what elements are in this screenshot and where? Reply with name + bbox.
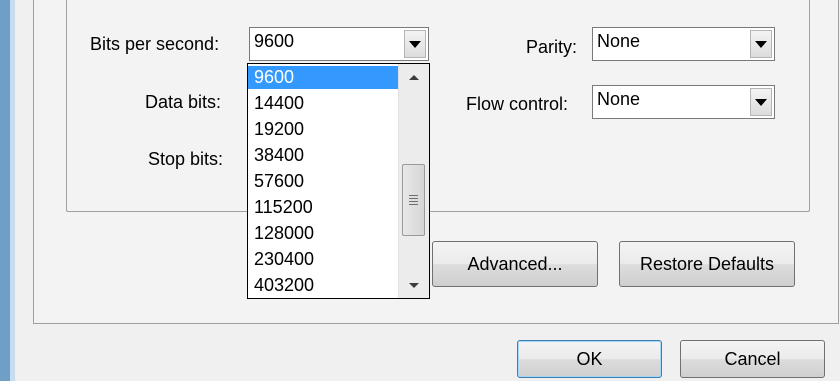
bits-per-second-value: 9600 (254, 31, 295, 51)
dropdown-scrollbar[interactable] (398, 64, 429, 298)
bits-per-second-combo[interactable]: 9600 (249, 27, 429, 61)
baud-option[interactable]: 14400 (248, 92, 398, 115)
scrollbar-thumb[interactable] (402, 164, 425, 236)
baud-option[interactable]: 57600 (248, 170, 398, 193)
baud-option[interactable]: 230400 (248, 248, 398, 271)
flow-control-combo[interactable]: None (592, 85, 775, 119)
parity-combo[interactable]: None (592, 27, 775, 61)
scroll-up-button[interactable] (399, 66, 429, 88)
baud-option[interactable]: 115200 (248, 196, 398, 219)
baud-option[interactable]: 38400 (248, 144, 398, 167)
bits-per-second-dropdown-button[interactable] (404, 30, 426, 58)
advanced-button[interactable]: Advanced... (432, 241, 598, 287)
chevron-down-icon (755, 98, 767, 106)
parity-value: None (597, 31, 641, 51)
chevron-down-icon (409, 282, 419, 288)
flow-control-value: None (597, 89, 641, 109)
bits-per-second-label: Bits per second: (90, 34, 220, 54)
baud-option[interactable]: 128000 (248, 222, 398, 245)
chevron-down-icon (755, 40, 767, 48)
restore-defaults-button[interactable]: Restore Defaults (619, 241, 795, 287)
stop-bits-label: Stop bits: (148, 149, 224, 169)
baud-option[interactable]: 403200 (248, 274, 398, 297)
parity-label: Parity: (526, 37, 578, 57)
cancel-button[interactable]: Cancel (680, 340, 825, 378)
chevron-up-icon (409, 74, 419, 80)
baud-option[interactable]: 19200 (248, 118, 398, 141)
baud-option[interactable]: 9600 (248, 66, 398, 89)
flow-control-dropdown-button[interactable] (750, 88, 772, 116)
scroll-down-button[interactable] (399, 274, 429, 296)
parity-dropdown-button[interactable] (750, 30, 772, 58)
grip-icon (409, 194, 418, 206)
baud-rate-dropdown-list[interactable]: 9600 14400 19200 38400 57600 115200 128000 2304… (247, 63, 430, 299)
ok-button[interactable]: OK (517, 340, 662, 378)
chevron-down-icon (409, 40, 421, 48)
data-bits-label: Data bits: (145, 92, 222, 112)
window-frame-edge-inner (10, 0, 15, 381)
flow-control-label: Flow control: (466, 94, 569, 114)
